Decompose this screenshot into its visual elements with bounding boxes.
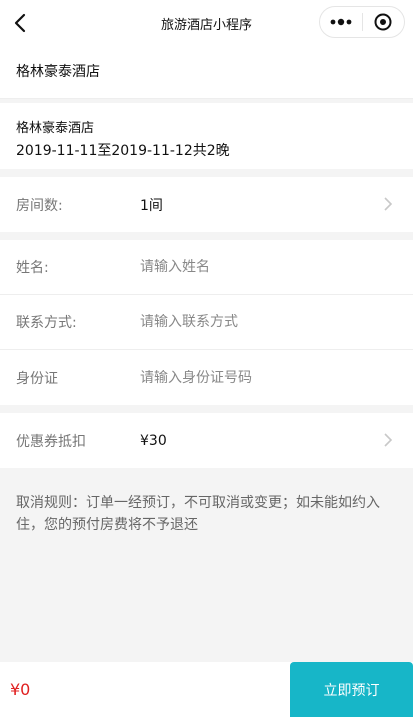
room-count-label: 房间数: [16,197,63,214]
close-button[interactable] [363,7,405,37]
target-circle-icon [374,13,392,31]
navigation-bar: 旅游酒店小程序 [0,0,413,46]
contact-label: 联系方式: [16,315,77,331]
more-button[interactable] [320,7,362,37]
bottom-bar: ¥0 立即预订 [0,662,413,717]
mini-program-capsule [319,6,405,38]
page-title: 旅游酒店小程序 [160,17,252,33]
id-card-label: 身份证 [16,370,58,387]
coupon-label: 优惠券抵扣 [16,433,86,450]
back-arrow-icon [14,13,26,33]
stay-dates: 2019-11-11至2019-11-12共2晚 [16,143,230,159]
book-now-button[interactable]: 立即预订 [290,662,413,717]
chevron-right-icon [384,433,393,447]
hotel-name: 格林豪泰酒店 [16,121,95,136]
guest-name-row: 姓名: [0,240,413,295]
hotel-info-card: 格林豪泰酒店 2019-11-11至2019-11-12共2晚 [0,103,413,169]
coupon-row[interactable]: 优惠券抵扣 ¥30 [0,413,413,468]
chevron-right-icon [384,197,393,211]
contact-row: 联系方式: [0,295,413,350]
hotel-name-header: 格林豪泰酒店 [0,46,413,99]
id-card-input[interactable] [140,369,360,386]
id-card-row: 身份证 [0,350,413,405]
coupon-value: ¥30 [140,432,167,449]
room-count-row[interactable]: 房间数: 1间 [0,177,413,232]
more-dots-icon [330,18,352,26]
guest-name-input[interactable] [140,259,360,275]
cancellation-rules: 取消规则：订单一经预订，不可取消或变更；如未能如约入住，您的预付房费将不予退还 [16,495,380,533]
total-price: ¥0 [10,680,31,699]
room-count-value: 1间 [140,197,163,214]
back-button[interactable] [6,8,34,38]
contact-input[interactable] [140,314,360,330]
guest-name-label: 姓名: [16,260,49,276]
